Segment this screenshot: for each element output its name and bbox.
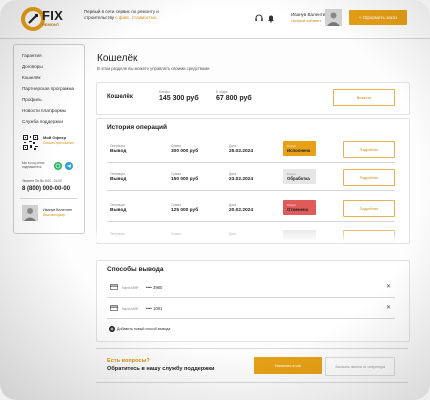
- sum-label: Сумма: [171, 203, 182, 207]
- header-divider: [0, 38, 430, 39]
- card-number: •••• 3980: [146, 285, 163, 290]
- status-badge: Статус Отменена: [283, 200, 316, 215]
- support-icon[interactable]: [254, 13, 264, 23]
- page-title: Кошелёк: [97, 53, 138, 64]
- avatar[interactable]: [325, 9, 342, 26]
- details-button[interactable]: Подробнее: [343, 169, 395, 186]
- sidebar-item-wallet[interactable]: Кошелёк: [22, 75, 41, 80]
- date-value: 23.02.2024: [229, 177, 254, 182]
- logo-text: FIX: [42, 8, 64, 23]
- card-icon: [110, 284, 118, 290]
- close-icon[interactable]: ✕: [386, 283, 391, 290]
- withdraw-methods-title: Способы вывода: [107, 266, 164, 273]
- bell-icon[interactable]: [266, 13, 276, 23]
- details-button[interactable]: Подробнее: [343, 141, 395, 158]
- qr-code-icon[interactable]: [22, 134, 39, 151]
- status-value: Отменена: [287, 207, 308, 212]
- pending-label: В ойдсе: [216, 90, 228, 94]
- pending-value: 67 800 руб: [216, 95, 252, 102]
- callback-button[interactable]: Заказать звонок от оператора: [325, 357, 395, 376]
- date-value: 25.02.2024: [229, 149, 254, 154]
- close-icon[interactable]: ✕: [386, 304, 391, 311]
- telegram-icon[interactable]: [65, 162, 73, 170]
- user-cabinet-link[interactable]: Личный кабинет: [291, 18, 321, 23]
- manager-label: Ваш менеджер: [43, 213, 66, 217]
- sidebar-item-news[interactable]: Новости платформы: [22, 108, 66, 113]
- row-divider: [107, 190, 395, 191]
- sidebar-item-warranty[interactable]: Гарантия: [22, 53, 42, 58]
- manager-name: Иванув Валентин: [43, 208, 73, 212]
- app-download-link[interactable]: Скачать приложение: [43, 141, 83, 145]
- sum-label: Сумма: [171, 144, 182, 148]
- balance-label: Баланс: [159, 90, 170, 94]
- create-order-button[interactable]: + Оформить заказ: [349, 10, 407, 25]
- support-question: Есть вопросы?: [107, 358, 150, 364]
- sidebar-divider: [20, 198, 78, 199]
- date-label: Дата: [229, 203, 237, 207]
- card-type: Карта МИР: [122, 286, 139, 290]
- status-value: Исполнена: [287, 148, 311, 153]
- details-button[interactable]: Подробнее: [343, 200, 395, 217]
- card-number: •••• 1081: [146, 306, 163, 311]
- op-label: Операция: [110, 144, 125, 148]
- row-divider: [107, 318, 395, 319]
- social-caption: Мы в соц сетях подпишитесь: [22, 161, 45, 169]
- app-title: Мой Офлер: [43, 135, 67, 140]
- logo-subtext: REMONT: [42, 22, 60, 27]
- add-icon[interactable]: [109, 326, 115, 332]
- date-value: 20.02.2024: [229, 208, 254, 213]
- phone-number[interactable]: 8 (800) 000-00-00: [22, 186, 70, 192]
- op-value: Вывод: [110, 208, 127, 213]
- page-subtitle: В этом разделе вы можете управлять своим…: [97, 66, 210, 71]
- date-label: Дата: [229, 172, 237, 176]
- support-top-divider: [96, 348, 408, 349]
- tagline: Первый в сети сервис по ремонту и строит…: [84, 9, 174, 21]
- withdraw-button[interactable]: Вывести: [333, 89, 395, 106]
- date-label: Дата: [229, 144, 237, 148]
- sum-value: 300 000 руб: [171, 149, 199, 154]
- op-value: Вывод: [110, 177, 127, 182]
- support-bottom-divider: [96, 382, 408, 383]
- working-hours: Звоните Пн-Вс 9:00 - 21:00: [22, 179, 62, 183]
- card-icon: [110, 305, 118, 311]
- sidebar-item-contracts[interactable]: Договоры: [22, 64, 43, 69]
- status-value: Обработка: [287, 176, 310, 181]
- sum-value: 150 000 руб: [171, 177, 199, 182]
- top-header: FIX REMONT Первый в сети сервис по ремон…: [0, 0, 430, 38]
- sidebar-item-partner[interactable]: Партнерская программа: [22, 86, 74, 91]
- row-divider: [107, 162, 395, 163]
- balance-value: 145 300 руб: [159, 95, 199, 102]
- sidebar-item-support[interactable]: Служба поддержки: [22, 119, 63, 124]
- sidebar-item-profile[interactable]: Профиль: [22, 97, 42, 102]
- wallet-label: Кошелёк: [107, 94, 133, 100]
- status-badge: Статус Исполнена: [283, 141, 316, 156]
- scroll-fade: [96, 228, 408, 242]
- chat-button[interactable]: Написать в чат: [254, 357, 322, 374]
- status-badge: Статус Обработка: [283, 169, 316, 184]
- op-label: Операция: [110, 203, 125, 207]
- add-withdraw-method-link[interactable]: Добавить новый способ вывода: [117, 327, 170, 331]
- user-name: Иванув Валентин: [291, 12, 328, 17]
- row-divider: [107, 297, 395, 298]
- row-divider: [107, 221, 395, 222]
- tagline-accent: с фикс. стоимостью: [115, 15, 157, 20]
- sidebar: Гарантия Договоры Кошелёк Партнерская пр…: [13, 44, 85, 234]
- history-title: История операций: [107, 124, 168, 131]
- op-label: Операция: [110, 172, 125, 176]
- user-avatar-icon: [325, 9, 342, 26]
- sum-value: 125 000 руб: [171, 208, 199, 213]
- card-type: Карта МИР: [122, 307, 139, 311]
- op-value: Вывод: [110, 149, 127, 154]
- whatsapp-icon[interactable]: [54, 162, 62, 170]
- manager-avatar: [22, 205, 38, 221]
- app-window: FIX REMONT Первый в сети сервис по ремон…: [0, 0, 430, 400]
- support-subtitle: Обратитесь в нашу службу поддержки: [107, 366, 215, 372]
- manager-avatar-icon: [22, 205, 38, 221]
- sum-label: Сумма: [171, 172, 182, 176]
